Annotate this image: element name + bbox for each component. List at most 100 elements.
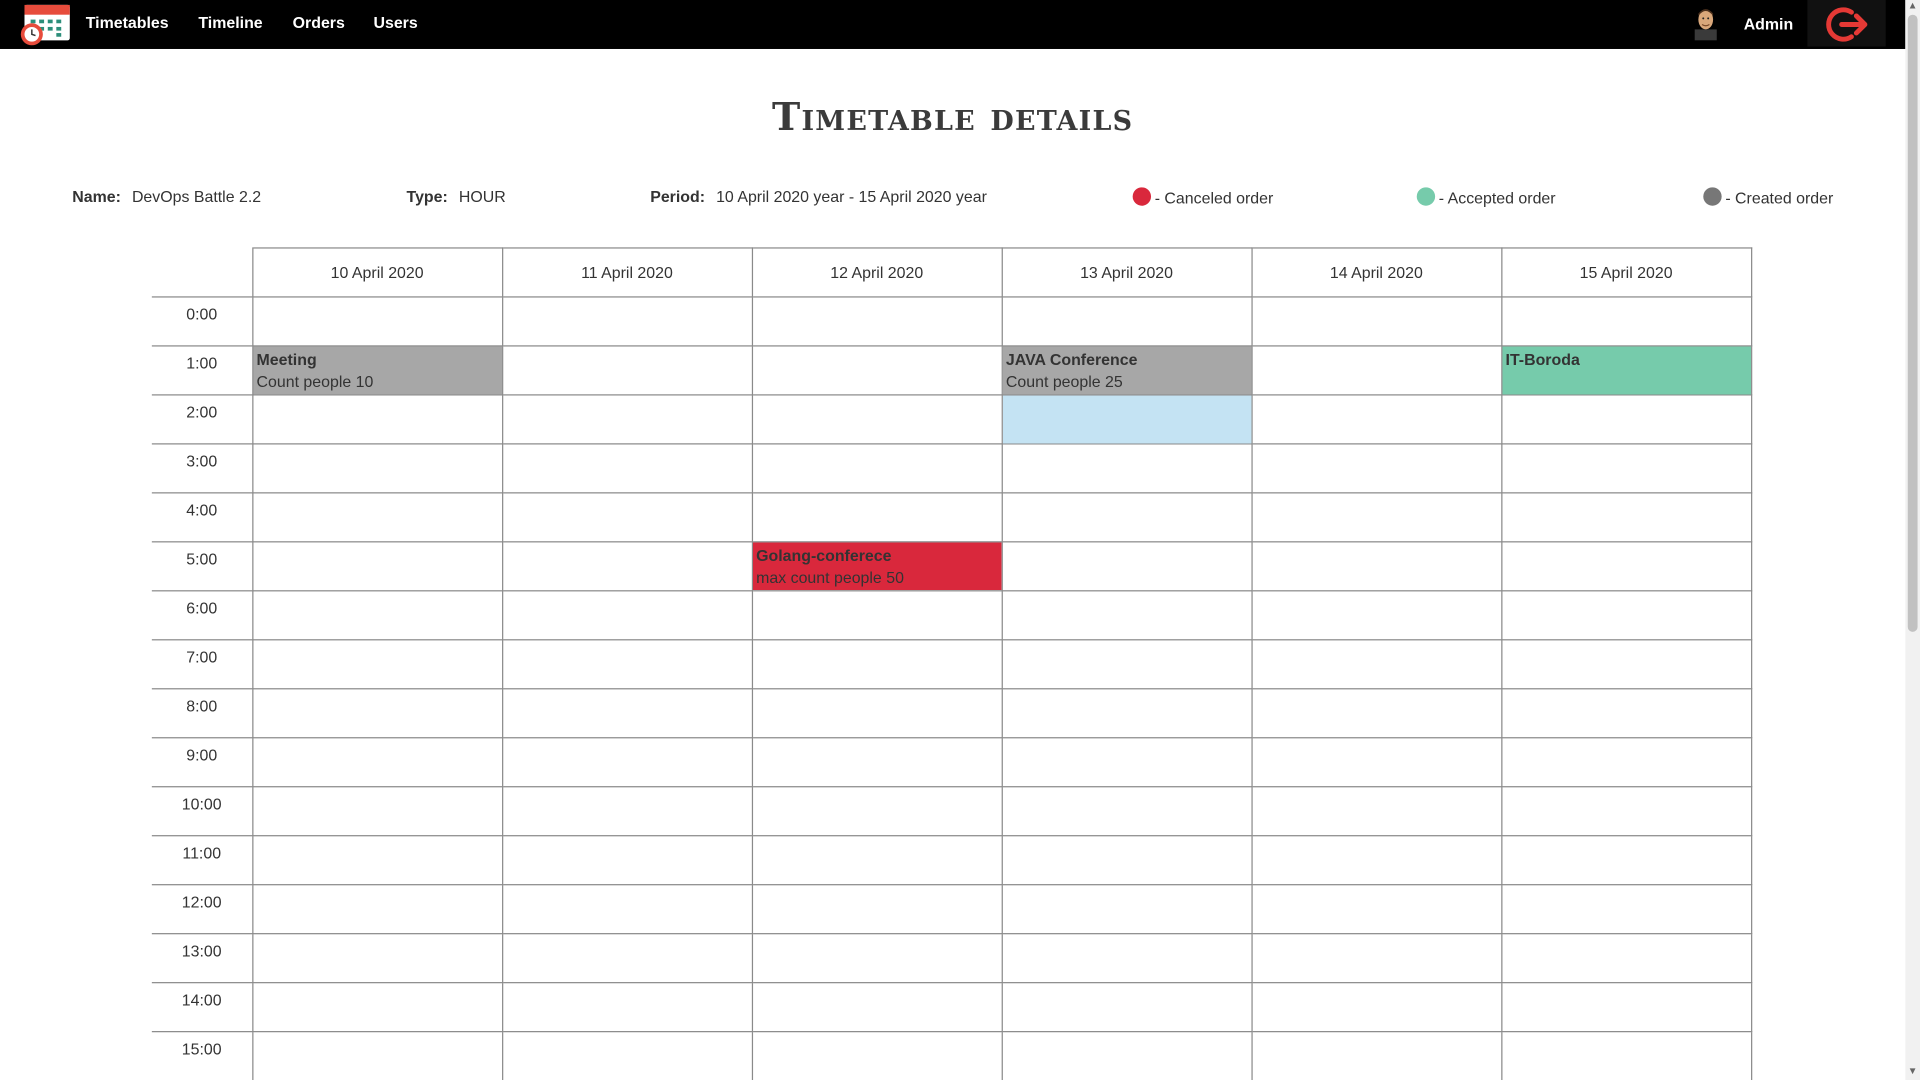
time-slot[interactable] [251, 688, 503, 739]
time-slot[interactable]: Meeting Count people 10 [251, 345, 503, 396]
time-slot[interactable] [251, 492, 503, 543]
order-accepted[interactable]: IT-Boroda [1502, 347, 1751, 395]
time-slot[interactable] [1001, 296, 1253, 347]
nav-link-users[interactable]: Users [373, 13, 417, 31]
calendar-logo-icon[interactable] [18, 1, 72, 48]
time-slot[interactable] [1500, 933, 1752, 984]
time-slot[interactable] [501, 639, 753, 690]
time-slot[interactable] [501, 933, 753, 984]
time-slot[interactable] [1500, 982, 1752, 1033]
time-slot[interactable] [1250, 835, 1502, 886]
time-slot[interactable] [1500, 590, 1752, 641]
time-slot[interactable] [1250, 688, 1502, 739]
time-slot[interactable] [1001, 492, 1253, 543]
order-created[interactable]: Meeting Count people 10 [253, 347, 502, 395]
time-slot[interactable] [251, 884, 503, 935]
time-slot[interactable] [751, 296, 1003, 347]
time-slot[interactable] [1500, 296, 1752, 347]
time-slot[interactable] [1500, 541, 1752, 592]
order-created[interactable]: JAVA Conference Count people 25 [1002, 347, 1251, 395]
time-slot[interactable] [1001, 884, 1253, 935]
time-slot[interactable] [751, 345, 1003, 396]
time-slot[interactable] [501, 443, 753, 494]
time-slot[interactable] [1250, 982, 1502, 1033]
time-slot[interactable] [251, 541, 503, 592]
time-slot[interactable] [251, 296, 503, 347]
time-slot[interactable] [1001, 835, 1253, 886]
time-slot[interactable] [1250, 884, 1502, 935]
time-slot[interactable] [501, 394, 753, 445]
time-slot[interactable] [501, 982, 753, 1033]
time-slot[interactable] [251, 443, 503, 494]
time-slot[interactable] [1250, 296, 1502, 347]
time-slot[interactable] [751, 835, 1003, 886]
time-slot[interactable] [501, 835, 753, 886]
time-slot[interactable] [1500, 737, 1752, 788]
time-slot[interactable] [501, 737, 753, 788]
time-slot[interactable] [751, 688, 1003, 739]
time-slot[interactable] [1250, 786, 1502, 837]
time-slot[interactable] [1500, 394, 1752, 445]
scroll-down-icon[interactable]: ▼ [1908, 1066, 1918, 1077]
time-slot[interactable] [1001, 541, 1253, 592]
time-slot[interactable] [501, 345, 753, 396]
time-slot[interactable] [1001, 443, 1253, 494]
nav-link-timetables[interactable]: Timetables [86, 13, 169, 31]
time-slot[interactable] [751, 884, 1003, 935]
time-slot[interactable] [1250, 737, 1502, 788]
nav-link-timeline[interactable]: Timeline [198, 13, 262, 31]
time-slot[interactable] [751, 786, 1003, 837]
time-slot[interactable] [501, 786, 753, 837]
time-slot[interactable] [501, 296, 753, 347]
time-slot[interactable] [251, 933, 503, 984]
time-slot[interactable] [1001, 639, 1253, 690]
time-slot[interactable]: Golang-conferece max count people 50 [751, 541, 1003, 592]
time-slot[interactable] [1001, 737, 1253, 788]
time-slot[interactable] [1250, 443, 1502, 494]
user-name[interactable]: Admin [1744, 15, 1794, 33]
order-canceled[interactable]: Golang-conferece max count people 50 [752, 542, 1001, 590]
time-slot[interactable] [1500, 786, 1752, 837]
time-slot[interactable] [251, 394, 503, 445]
time-slot[interactable] [751, 982, 1003, 1033]
time-slot[interactable] [1250, 394, 1502, 445]
time-slot[interactable] [751, 590, 1003, 641]
time-slot[interactable] [751, 394, 1003, 445]
time-slot[interactable] [751, 492, 1003, 543]
time-slot[interactable] [751, 639, 1003, 690]
vertical-scrollbar[interactable]: ▲ ▼ [1905, 0, 1920, 1080]
time-slot[interactable] [1001, 590, 1253, 641]
time-slot[interactable]: JAVA Conference Count people 25 [1001, 345, 1253, 396]
scroll-up-icon[interactable]: ▲ [1908, 1, 1918, 11]
logout-button[interactable] [1807, 0, 1886, 47]
time-slot[interactable] [1250, 541, 1502, 592]
time-slot[interactable] [1250, 639, 1502, 690]
time-slot[interactable] [1500, 1031, 1752, 1080]
time-slot[interactable] [751, 933, 1003, 984]
time-slot-selected[interactable] [1001, 394, 1253, 445]
time-slot[interactable] [751, 737, 1003, 788]
time-slot[interactable] [1001, 688, 1253, 739]
time-slot[interactable] [251, 1031, 503, 1080]
time-slot[interactable] [251, 590, 503, 641]
time-slot[interactable] [1250, 1031, 1502, 1080]
time-slot[interactable] [751, 1031, 1003, 1080]
time-slot[interactable] [1250, 590, 1502, 641]
time-slot[interactable] [1500, 492, 1752, 543]
time-slot[interactable] [1250, 345, 1502, 396]
time-slot[interactable] [251, 835, 503, 886]
time-slot[interactable] [1001, 933, 1253, 984]
time-slot[interactable] [251, 786, 503, 837]
time-slot[interactable] [501, 688, 753, 739]
time-slot[interactable] [1001, 982, 1253, 1033]
time-slot[interactable] [501, 884, 753, 935]
time-slot[interactable] [1001, 1031, 1253, 1080]
time-slot[interactable] [1250, 492, 1502, 543]
time-slot[interactable] [1250, 933, 1502, 984]
nav-link-orders[interactable]: Orders [293, 13, 345, 31]
time-slot[interactable] [751, 443, 1003, 494]
time-slot[interactable] [1001, 786, 1253, 837]
time-slot[interactable] [1500, 688, 1752, 739]
time-slot[interactable] [251, 639, 503, 690]
time-slot[interactable] [1500, 639, 1752, 690]
